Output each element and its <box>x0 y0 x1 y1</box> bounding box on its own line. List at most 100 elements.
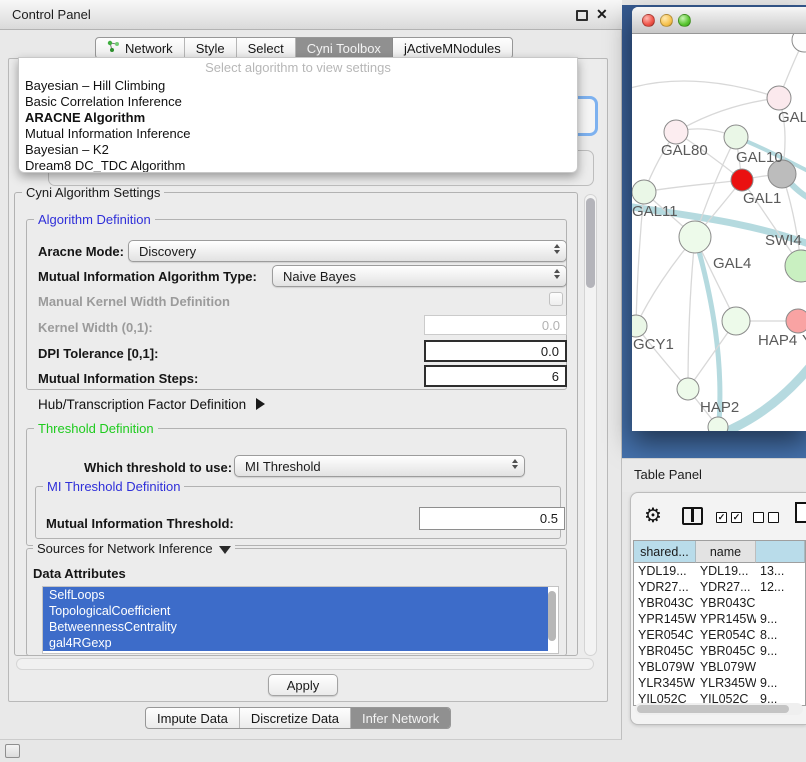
cell: 9... <box>756 675 805 691</box>
mi-steps-input[interactable]: 6 <box>424 365 567 387</box>
network-node[interactable] <box>632 315 647 337</box>
table-row[interactable]: YBR043C YBR043C <box>634 595 805 611</box>
list-item[interactable]: SelfLoops <box>43 587 548 603</box>
node-label: GCY1 <box>633 336 674 353</box>
tab-select[interactable]: Select <box>237 38 296 58</box>
settings-vertical-scrollbar[interactable] <box>584 194 597 656</box>
deselect-all-checkbox-icon[interactable] <box>753 512 764 523</box>
algorithm-dropdown-popup: Select algorithm to view settings Bayesi… <box>18 57 578 173</box>
network-node-gal1[interactable] <box>731 169 753 191</box>
tab-discretize-data[interactable]: Discretize Data <box>240 708 351 728</box>
network-graph[interactable]: GAL GAL80 GAL10 GAL1 GAL11 GAL4 SWI4 HAP… <box>632 34 806 431</box>
table-row[interactable]: YLR345W YLR345W 9... <box>634 675 805 691</box>
deselect-all-checkbox-icon[interactable] <box>768 512 779 523</box>
which-threshold-combo[interactable]: MI Threshold <box>234 455 525 477</box>
mi-algorithm-type-combo[interactable]: Naive Bayes <box>272 265 567 287</box>
node-label: Y <box>802 332 806 349</box>
table-row[interactable]: YDR27... YDR27... 12... <box>634 579 805 595</box>
network-node[interactable] <box>664 120 688 144</box>
dropdown-option[interactable]: Basic Correlation Inference <box>19 94 577 110</box>
tab-network[interactable]: Network <box>96 38 185 58</box>
list-item[interactable]: gal4RGexp <box>43 635 548 651</box>
table-row[interactable]: YBR045C YBR045C 9... <box>634 643 805 659</box>
network-node[interactable] <box>724 125 748 149</box>
node-label: HAP4 <box>758 332 797 349</box>
column-header[interactable] <box>756 541 805 563</box>
close-icon[interactable]: ✕ <box>596 6 608 23</box>
select-all-checkbox-icon[interactable]: ✓ <box>731 512 742 523</box>
manual-kernel-width-label: Manual Kernel Width Definition <box>38 294 230 309</box>
network-node[interactable] <box>679 221 711 253</box>
dropdown-option[interactable]: Bayesian – Hill Climbing <box>19 78 577 94</box>
kernel-width-label: Kernel Width (0,1): <box>38 320 153 335</box>
scrollbar-thumb[interactable] <box>637 705 789 713</box>
tab-infer-network[interactable]: Infer Network <box>351 708 450 728</box>
network-node[interactable] <box>722 307 750 335</box>
cell: YBR043C <box>696 595 756 611</box>
control-panel-title: Control Panel <box>12 0 91 30</box>
dropdown-option[interactable]: Mutual Information Inference <box>19 126 577 142</box>
cell: YER054C <box>696 627 756 643</box>
cell: YER054C <box>634 627 696 643</box>
which-threshold-label: Which threshold to use: <box>84 460 232 475</box>
node-label: GAL <box>778 109 806 126</box>
network-node[interactable] <box>677 378 699 400</box>
table-horizontal-scrollbar[interactable] <box>635 703 803 715</box>
algorithm-definition-title: Algorithm Definition <box>34 212 155 227</box>
network-icon <box>107 40 120 56</box>
table-row[interactable]: YER054C YER054C 8... <box>634 627 805 643</box>
combo-stepper-icon <box>512 459 518 469</box>
tab-select-label: Select <box>248 41 284 56</box>
apply-button[interactable]: Apply <box>268 674 338 696</box>
cell: YLR345W <box>696 675 756 691</box>
tab-impute-data[interactable]: Impute Data <box>146 708 240 728</box>
new-table-icon[interactable] <box>795 502 806 523</box>
network-canvas[interactable]: GAL GAL80 GAL10 GAL1 GAL11 GAL4 SWI4 HAP… <box>632 34 806 431</box>
network-node[interactable] <box>708 417 728 431</box>
gear-icon[interactable]: ⚙ <box>644 503 662 528</box>
cell: YPR145W <box>696 611 756 627</box>
sources-expander[interactable]: Sources for Network Inference <box>33 541 235 556</box>
column-header-shared-name[interactable]: shared... <box>634 541 696 563</box>
dpi-tolerance-input[interactable]: 0.0 <box>424 340 567 362</box>
columns-icon[interactable] <box>682 507 703 525</box>
table-row[interactable]: YBL079W YBL079W <box>634 659 805 675</box>
mi-algorithm-type-value: Naive Bayes <box>283 269 356 284</box>
network-node[interactable] <box>786 309 806 333</box>
scrollbar-thumb[interactable] <box>586 198 595 288</box>
dropdown-option[interactable]: Bayesian – K2 <box>19 142 577 158</box>
network-node[interactable] <box>632 180 656 204</box>
tab-jactivemnodules[interactable]: jActiveMNodules <box>393 38 512 58</box>
hub-tf-definition-expander[interactable]: Hub/Transcription Factor Definition <box>38 397 265 412</box>
select-all-checkbox-icon[interactable]: ✓ <box>716 512 727 523</box>
float-window-icon[interactable] <box>576 10 588 21</box>
minimized-panel-icon[interactable] <box>5 744 20 758</box>
control-panel-tabs: Network Style Select Cyni Toolbox jActiv… <box>95 37 513 59</box>
tab-cyni-toolbox[interactable]: Cyni Toolbox <box>296 38 393 58</box>
kernel-width-input[interactable]: 0.0 <box>424 315 567 335</box>
cell: YBR045C <box>634 643 696 659</box>
zoom-traffic-light-icon[interactable] <box>678 14 691 27</box>
network-node[interactable] <box>792 34 806 52</box>
network-node[interactable] <box>767 86 791 110</box>
manual-kernel-width-checkbox[interactable] <box>549 292 563 306</box>
list-scrollbar-thumb[interactable] <box>548 591 556 641</box>
tab-style[interactable]: Style <box>185 38 237 58</box>
node-label: GAL80 <box>661 142 708 159</box>
dropdown-option[interactable]: Dream8 DC_TDC Algorithm <box>19 158 577 173</box>
node-label: SWI4 <box>765 232 802 249</box>
aracne-mode-label: Aracne Mode: <box>38 244 124 259</box>
list-item[interactable]: BetweennessCentrality <box>43 619 548 635</box>
table-row[interactable]: YDL19... YDL19... 13... <box>634 563 805 579</box>
column-header-name[interactable]: name <box>696 541 756 563</box>
table-row[interactable]: YPR145W YPR145W 9... <box>634 611 805 627</box>
dropdown-option-selected[interactable]: ARACNE Algorithm <box>19 110 577 126</box>
tab-style-label: Style <box>196 41 225 56</box>
close-traffic-light-icon[interactable] <box>642 14 655 27</box>
mi-threshold-input[interactable]: 0.5 <box>419 507 565 530</box>
aracne-mode-combo[interactable]: Discovery <box>128 240 567 262</box>
network-node[interactable] <box>785 250 806 282</box>
settings-horizontal-scrollbar[interactable] <box>16 658 594 670</box>
list-item[interactable]: TopologicalCoefficient <box>43 603 548 619</box>
minimize-traffic-light-icon[interactable] <box>660 14 673 27</box>
